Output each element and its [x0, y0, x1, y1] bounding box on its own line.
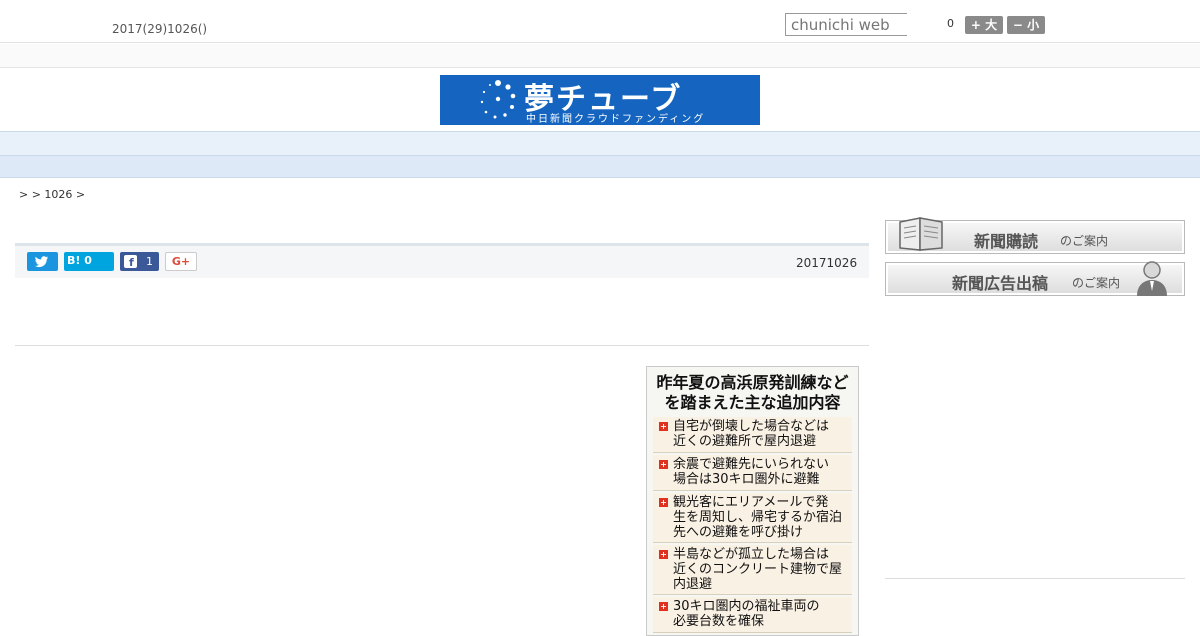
- sidebar-divider: [885, 578, 1185, 579]
- infobox-item-line: 近くのコンクリート建物で屋: [673, 562, 843, 577]
- infobox-item-line: 半島などが孤立した場合は: [673, 547, 830, 562]
- plus-square-icon: +: [659, 602, 668, 611]
- advertising-sub-label: のご案内: [1072, 276, 1121, 290]
- share-bar: B! 0 f 1 G+ 20171026: [15, 243, 869, 278]
- plus-square-icon: +: [659, 422, 668, 431]
- infobox-item-line: 観光客にエリアメールで発: [673, 495, 829, 510]
- infobox-item: + 半島などが孤立した場合は 近くのコンクリート建物で屋 内退避: [653, 545, 852, 595]
- infobox-item-line: 先への避難を呼び掛け: [673, 525, 804, 540]
- open-book-icon: [899, 217, 943, 251]
- infobox-item-line: 必要台数を確保: [673, 614, 765, 629]
- header-date: 2017(29)1026(): [112, 22, 208, 36]
- facebook-count: 1: [146, 255, 153, 268]
- infobox-title-line: を踏まえた主な追加内容: [664, 393, 841, 412]
- article-infobox: 昨年夏の高浜原発訓練など を踏まえた主な追加内容 + 自宅が倒壊した場合などは …: [646, 366, 859, 636]
- dots-logo-icon: [480, 80, 516, 119]
- newspaper-subscription-banner[interactable]: 新聞購読 のご案内: [885, 217, 1185, 254]
- infobox-item-line: 内退避: [673, 577, 713, 592]
- infobox-item-line: 余震で避難先にいられない: [673, 457, 830, 472]
- advertising-label: 新聞広告出稿: [952, 274, 1049, 293]
- infobox-item-line: 30キロ圏内の福祉車両の: [673, 599, 820, 614]
- hatena-bookmark-button[interactable]: B! 0: [64, 252, 114, 271]
- businessman-icon: [1137, 261, 1167, 296]
- infobox-title: 昨年夏の高浜原発訓練など を踏まえた主な追加内容: [647, 373, 858, 413]
- infobox-item-line: 生を周知し、帰宅するか宿泊: [673, 510, 843, 525]
- infobox-title-line: 昨年夏の高浜原発訓練など: [656, 373, 849, 392]
- subscription-label: 新聞購読: [974, 232, 1039, 251]
- article-divider: [15, 345, 869, 346]
- subscription-sub-label: のご案内: [1060, 234, 1109, 248]
- infobox-item: + 観光客にエリアメールで発 生を周知し、帰宅するか宿泊 先への避難を呼び掛け: [653, 493, 852, 543]
- search-input[interactable]: [785, 13, 907, 36]
- facebook-share-button[interactable]: f 1: [120, 252, 159, 271]
- breadcrumb[interactable]: > > 1026 >: [19, 188, 85, 201]
- twitter-bird-icon: [35, 256, 48, 268]
- plus-square-icon: +: [659, 498, 668, 507]
- sub-nav-bar: [0, 156, 1200, 178]
- infobox-item: + 自宅が倒壊した場合などは 近くの避難所で屋内退避: [653, 417, 852, 453]
- main-nav: [0, 131, 1200, 156]
- published-date: 20171026: [796, 256, 858, 270]
- infobox-item: + 余震で避難先にいられない 場合は30キロ圏外に避難: [653, 455, 852, 491]
- banner-subtitle: 中日新聞クラウドファンディング: [526, 114, 706, 125]
- twitter-share-button[interactable]: [27, 252, 58, 271]
- newspaper-advertising-banner[interactable]: 新聞広告出稿 のご案内: [885, 261, 1185, 296]
- font-large-button[interactable]: + 大: [965, 16, 1003, 34]
- facebook-icon: f: [124, 255, 137, 268]
- google-plus-button[interactable]: G+: [165, 252, 197, 271]
- infobox-item-line: 場合は30キロ圏外に避難: [673, 472, 820, 487]
- plus-square-icon: +: [659, 460, 668, 469]
- font-small-button[interactable]: − 小: [1007, 16, 1045, 34]
- plus-square-icon: +: [659, 550, 668, 559]
- infobox-item: + 30キロ圏内の福祉車両の 必要台数を確保: [653, 597, 852, 633]
- infobox-item-line: 自宅が倒壊した場合などは: [673, 419, 830, 434]
- sub-header-bar: [0, 44, 1200, 68]
- font-size-indicator: 0: [947, 17, 954, 30]
- infobox-item-line: 近くの避難所で屋内退避: [673, 434, 817, 449]
